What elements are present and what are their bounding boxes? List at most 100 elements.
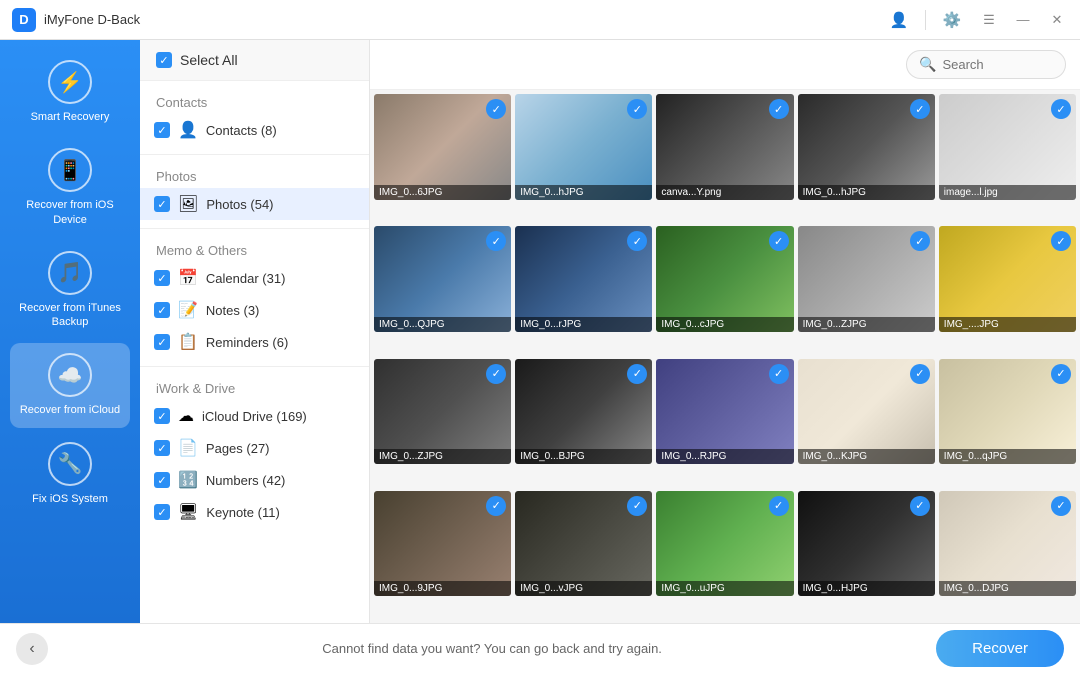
sidebar-item-fix-ios[interactable]: 🔧 Fix iOS System xyxy=(10,432,130,516)
photo-check-icon: ✓ xyxy=(1051,364,1071,384)
photo-cell[interactable]: ✓IMG_0...KJPG xyxy=(798,359,935,465)
icloud-drive-icon: ☁ xyxy=(178,406,194,426)
photo-label: IMG_0...cJPG xyxy=(656,317,793,332)
photos-icon: 🖼 xyxy=(178,194,198,214)
sidebar-item-smart-recovery[interactable]: ⚡ Smart Recovery xyxy=(10,50,130,134)
photo-cell[interactable]: ✓ IMG_0...HJPG xyxy=(798,491,935,597)
back-button[interactable]: ‹ xyxy=(16,633,48,665)
photo-cell[interactable]: ✓image...l.jpg xyxy=(939,94,1076,200)
title-bar: D iMyFone D-Back 👤 ⚙️ ☰ — ✕ xyxy=(0,0,1080,40)
photos-header: Photos xyxy=(140,163,369,188)
calendar-icon: 📅 xyxy=(178,268,198,288)
contacts-item[interactable]: ✓ 👤 Contacts (8) xyxy=(140,114,369,146)
photo-cell[interactable]: ✓IMG_0...BJPG xyxy=(515,359,652,465)
photo-check-icon: ✓ xyxy=(769,231,789,251)
notes-checkbox[interactable]: ✓ xyxy=(154,302,170,318)
photo-label: IMG_....JPG xyxy=(939,317,1076,332)
keynote-icon: 🖥 xyxy=(178,502,198,522)
photo-label: IMG_0...9JPG xyxy=(374,581,511,596)
photo-cell[interactable]: ✓ canva...Y.png xyxy=(656,94,793,200)
sidebar-label-recover-icloud: Recover from iCloud xyxy=(20,403,120,417)
close-button[interactable]: ✕ xyxy=(1046,9,1068,31)
photo-cell[interactable]: ✓ IMG_0...ZJPG xyxy=(374,359,511,465)
photo-label: IMG_0...hJPG xyxy=(515,185,652,200)
pages-checkbox[interactable]: ✓ xyxy=(154,440,170,456)
menu-icon[interactable]: ☰ xyxy=(978,9,1000,31)
photo-label: IMG_0...RJPG xyxy=(656,449,793,464)
numbers-icon: 🔢 xyxy=(178,470,198,490)
keynote-checkbox[interactable]: ✓ xyxy=(154,504,170,520)
calendar-item[interactable]: ✓ 📅 Calendar (31) xyxy=(140,262,369,294)
select-all-checkbox[interactable]: ✓ xyxy=(156,52,172,68)
search-input[interactable] xyxy=(942,57,1052,72)
iwork-section: iWork & Drive ✓ ☁ iCloud Drive (169) ✓ 📄… xyxy=(140,367,369,536)
recover-button[interactable]: Recover xyxy=(936,630,1064,667)
search-box[interactable]: 🔍 xyxy=(906,50,1066,79)
photo-check-icon: ✓ xyxy=(769,99,789,119)
photos-item[interactable]: ✓ 🖼 Photos (54) xyxy=(140,188,369,220)
minimize-button[interactable]: — xyxy=(1012,9,1034,31)
search-bar-row: 🔍 xyxy=(370,40,1080,90)
calendar-label: Calendar (31) xyxy=(206,271,286,286)
photo-label: canva...Y.png xyxy=(656,185,793,200)
photo-cell[interactable]: ✓ IMG_0...9JPG xyxy=(374,491,511,597)
memo-section: Memo & Others ✓ 📅 Calendar (31) ✓ 📝 Note… xyxy=(140,229,369,366)
reminders-item[interactable]: ✓ 📋 Reminders (6) xyxy=(140,326,369,358)
reminders-icon: 📋 xyxy=(178,332,198,352)
icloud-drive-item[interactable]: ✓ ☁ iCloud Drive (169) xyxy=(140,400,369,432)
numbers-item[interactable]: ✓ 🔢 Numbers (42) xyxy=(140,464,369,496)
left-panel: ✓ Select All Contacts ✓ 👤 Contacts (8) P… xyxy=(140,40,370,623)
numbers-checkbox[interactable]: ✓ xyxy=(154,472,170,488)
search-icon: 🔍 xyxy=(919,56,936,73)
photo-check-icon: ✓ xyxy=(486,99,506,119)
sidebar-label-recover-ios: Recover from iOS Device xyxy=(18,198,122,227)
photo-cell[interactable]: ✓IMG_0...hJPG xyxy=(515,94,652,200)
photo-check-icon: ✓ xyxy=(910,99,930,119)
pages-icon: 📄 xyxy=(178,438,198,458)
photos-checkbox[interactable]: ✓ xyxy=(154,196,170,212)
photo-cell[interactable]: ✓IMG_0...vJPG xyxy=(515,491,652,597)
photo-check-icon: ✓ xyxy=(486,364,506,384)
contacts-section: Contacts ✓ 👤 Contacts (8) xyxy=(140,81,369,154)
recover-itunes-icon: 🎵 xyxy=(48,251,92,295)
reminders-label: Reminders (6) xyxy=(206,335,288,350)
photo-cell[interactable]: ✓IMG_0...DJPG xyxy=(939,491,1076,597)
user-icon[interactable]: 👤 xyxy=(885,6,913,34)
right-content: 🔍 ✓IMG_0...6JPG✓IMG_0...hJPG✓canva...Y.p… xyxy=(370,40,1080,623)
photo-cell[interactable]: ✓IMG_0...hJPG xyxy=(798,94,935,200)
photo-check-icon: ✓ xyxy=(1051,99,1071,119)
photo-label: IMG_0...QJPG xyxy=(374,317,511,332)
contacts-checkbox[interactable]: ✓ xyxy=(154,122,170,138)
photos-section: Photos ✓ 🖼 Photos (54) xyxy=(140,155,369,228)
photo-check-icon: ✓ xyxy=(910,496,930,516)
icloud-drive-checkbox[interactable]: ✓ xyxy=(154,408,170,424)
notes-item[interactable]: ✓ 📝 Notes (3) xyxy=(140,294,369,326)
photo-cell[interactable]: ✓IMG_0...rJPG xyxy=(515,226,652,332)
calendar-checkbox[interactable]: ✓ xyxy=(154,270,170,286)
photo-label: IMG_0...HJPG xyxy=(798,581,935,596)
sidebar-item-recover-itunes[interactable]: 🎵 Recover from iTunes Backup xyxy=(10,241,130,340)
photo-label: IMG_0...KJPG xyxy=(798,449,935,464)
settings-icon[interactable]: ⚙️ xyxy=(938,6,966,34)
sidebar-item-recover-icloud[interactable]: ☁️ Recover from iCloud xyxy=(10,343,130,427)
pages-item[interactable]: ✓ 📄 Pages (27) xyxy=(140,432,369,464)
photo-check-icon: ✓ xyxy=(486,496,506,516)
select-all-row[interactable]: ✓ Select All xyxy=(140,40,369,81)
sidebar-item-recover-ios[interactable]: 📱 Recover from iOS Device xyxy=(10,138,130,237)
photo-cell[interactable]: ✓IMG_....JPG xyxy=(939,226,1076,332)
reminders-checkbox[interactable]: ✓ xyxy=(154,334,170,350)
bottom-message: Cannot find data you want? You can go ba… xyxy=(48,641,936,656)
photo-label: IMG_0...ZJPG xyxy=(374,449,511,464)
photo-cell[interactable]: ✓IMG_0...qJPG xyxy=(939,359,1076,465)
keynote-item[interactable]: ✓ 🖥 Keynote (11) xyxy=(140,496,369,528)
photo-cell[interactable]: ✓ IMG_0...cJPG xyxy=(656,226,793,332)
photo-cell[interactable]: ✓IMG_0...uJPG xyxy=(656,491,793,597)
photo-cell[interactable]: ✓IMG_0...QJPG xyxy=(374,226,511,332)
photo-cell[interactable]: ✓IMG_0...ZJPG xyxy=(798,226,935,332)
photo-cell[interactable]: ✓ IMG_0...RJPG xyxy=(656,359,793,465)
photo-check-icon: ✓ xyxy=(769,364,789,384)
photo-label: IMG_0...6JPG xyxy=(374,185,511,200)
photo-cell[interactable]: ✓ IMG_0...6JPG xyxy=(374,94,511,200)
notes-label: Notes (3) xyxy=(206,303,259,318)
iwork-header: iWork & Drive xyxy=(140,375,369,400)
